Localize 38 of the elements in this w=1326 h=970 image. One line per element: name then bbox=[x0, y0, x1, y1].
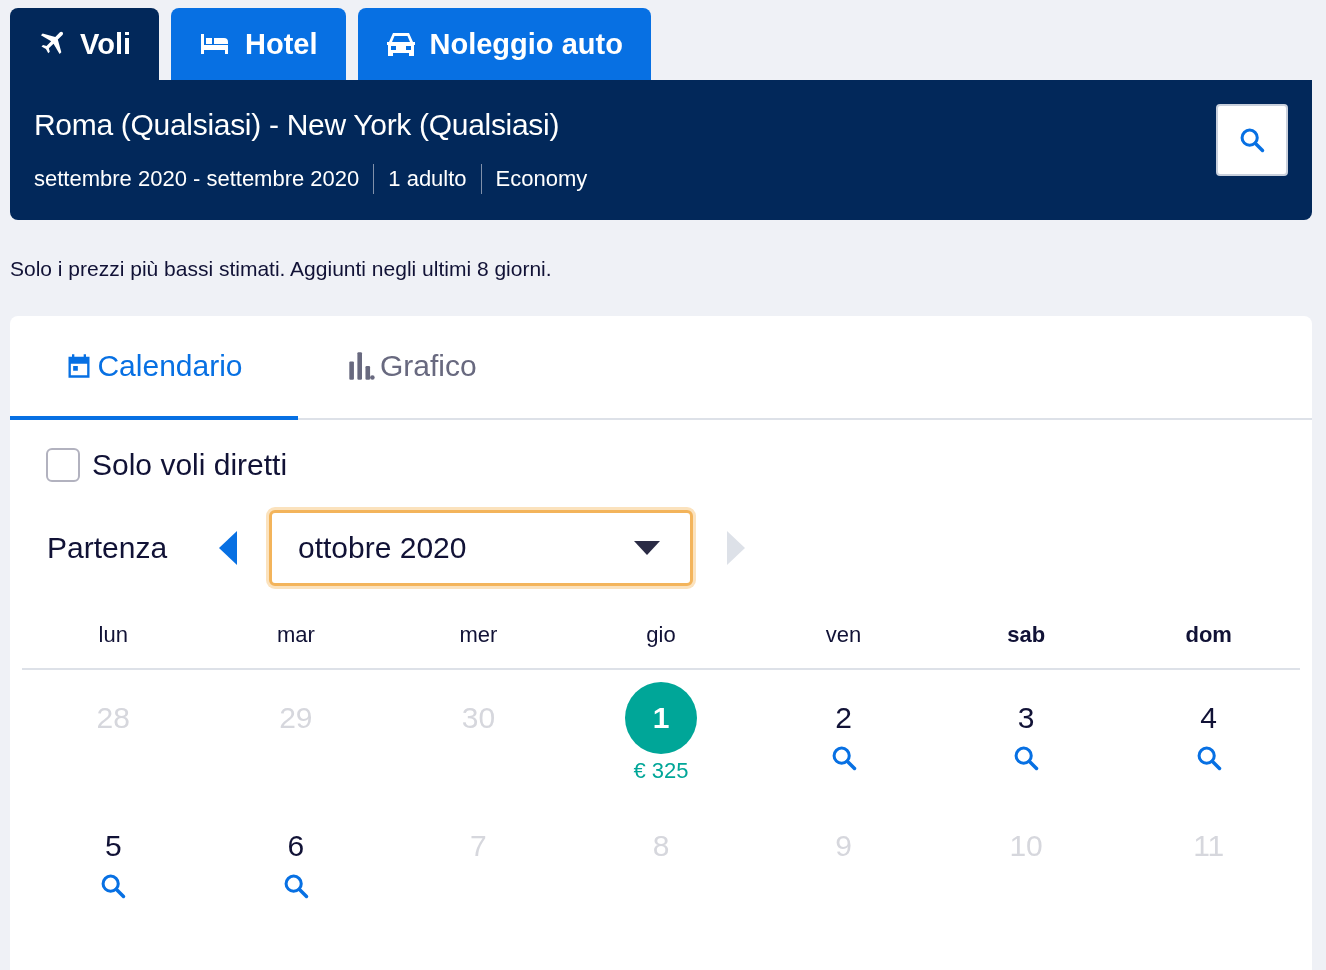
weekday-label: sab bbox=[934, 586, 1118, 670]
checkbox[interactable] bbox=[46, 448, 80, 482]
checkbox-label: Solo voli diretti bbox=[92, 448, 288, 482]
price-note: Solo i prezzi più bassi stimati. Aggiunti negli ultimi 8 giorni. bbox=[10, 257, 552, 280]
route-title: Roma (Qualsiasi) - New York (Qualsiasi) bbox=[34, 108, 561, 142]
search-detail: 1 adulto bbox=[373, 164, 481, 194]
caret-icon bbox=[634, 541, 660, 555]
weekday-label: mer bbox=[387, 586, 570, 670]
search-detail: settembre 2020 - settembre 2020 bbox=[34, 165, 361, 193]
travel-tab[interactable]: Hotel bbox=[171, 8, 346, 80]
day-number: 6 bbox=[287, 828, 305, 864]
search-price-button[interactable] bbox=[1012, 744, 1041, 772]
search-icon bbox=[1238, 126, 1266, 154]
search-button[interactable] bbox=[1216, 104, 1288, 176]
day-number: 4 bbox=[1200, 700, 1218, 736]
travel-tab[interactable]: Noleggio auto bbox=[357, 8, 651, 80]
weekday-label: ven bbox=[752, 586, 935, 670]
weekday-label: mar bbox=[204, 586, 388, 670]
selected-day[interactable]: 1 bbox=[625, 682, 697, 754]
bar-chart-icon bbox=[348, 351, 376, 381]
departure-label: Partenza bbox=[47, 531, 169, 565]
previous-month-button[interactable] bbox=[219, 531, 239, 565]
search-price-button[interactable] bbox=[99, 872, 128, 900]
day-number: 2 bbox=[835, 700, 852, 736]
weekday-label: lun bbox=[22, 586, 205, 670]
weekday-label: gio bbox=[569, 586, 753, 670]
weekday-label: dom bbox=[1117, 586, 1300, 670]
search-detail: Economy bbox=[480, 164, 602, 194]
day-number: 5 bbox=[104, 828, 122, 864]
view-tab[interactable]: Grafico bbox=[298, 316, 527, 420]
day-price: € 325 bbox=[633, 758, 689, 784]
view-tab[interactable]: Calendario bbox=[10, 316, 298, 420]
day-number: 3 bbox=[1017, 700, 1035, 736]
car-icon bbox=[385, 30, 416, 58]
travel-tab[interactable]: Voli bbox=[10, 8, 160, 80]
search-icon bbox=[99, 872, 128, 900]
search-icon bbox=[1012, 744, 1041, 772]
month-dropdown[interactable]: ottobre 2020 bbox=[269, 510, 693, 586]
